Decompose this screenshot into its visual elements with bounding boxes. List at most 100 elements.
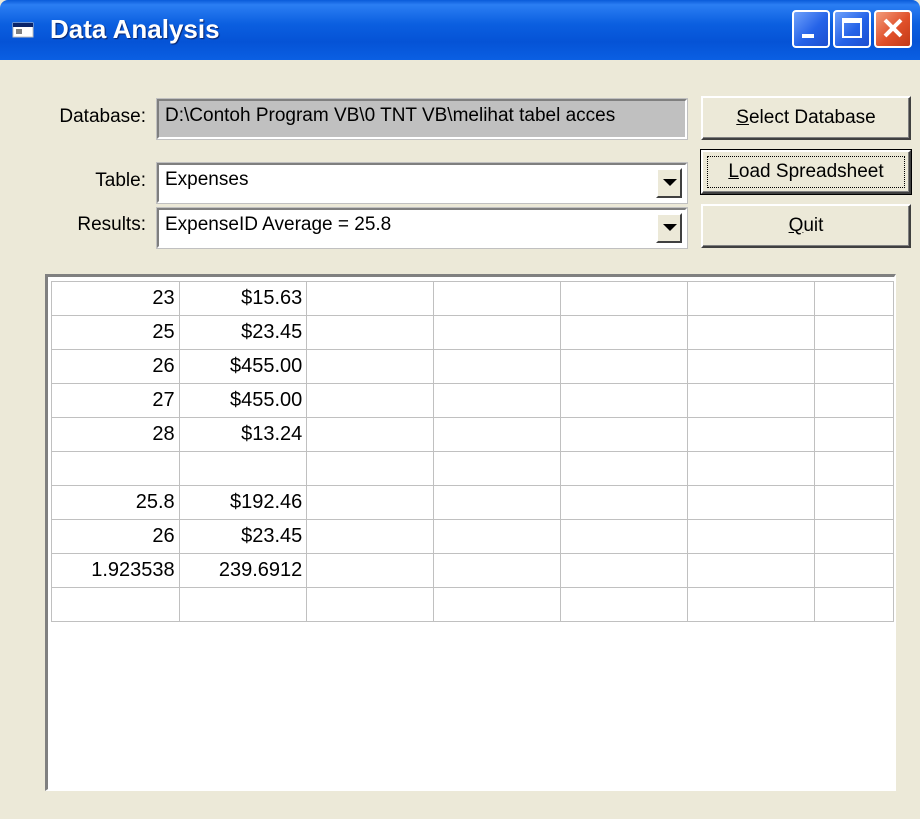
grid-cell[interactable]	[433, 383, 561, 418]
grid-cell[interactable]	[686, 587, 815, 622]
grid-cell[interactable]	[433, 519, 561, 554]
minimize-button[interactable]	[792, 10, 830, 48]
load-spreadsheet-button[interactable]: Load Spreadsheet	[700, 149, 912, 195]
grid-cell[interactable]	[813, 451, 894, 486]
grid-cell[interactable]	[51, 451, 180, 486]
grid-cell[interactable]	[686, 315, 815, 350]
grid-cell[interactable]	[306, 383, 435, 418]
grid-cell[interactable]: $455.00	[178, 383, 308, 418]
grid-cell[interactable]: 1.923538	[51, 553, 180, 588]
table-row: 23 $15.63	[51, 281, 894, 316]
grid-cell[interactable]	[559, 451, 688, 486]
grid-cell[interactable]	[813, 281, 894, 316]
quit-button[interactable]: Quit	[701, 204, 911, 248]
grid-cell[interactable]	[813, 383, 894, 418]
database-label: Database:	[59, 106, 146, 127]
grid-cell[interactable]	[306, 519, 435, 554]
table-row	[51, 451, 894, 486]
grid-cell[interactable]	[813, 553, 894, 588]
grid-cell[interactable]	[686, 485, 815, 520]
grid-cell[interactable]	[559, 315, 688, 350]
table-dropdown-button[interactable]	[656, 168, 682, 198]
grid-cell[interactable]	[813, 417, 894, 452]
table-row: 25.8 $192.46	[51, 485, 894, 520]
grid-cell[interactable]	[51, 587, 180, 622]
grid-cell[interactable]	[433, 349, 561, 384]
grid-cell[interactable]: 26	[51, 349, 180, 384]
grid-cell[interactable]: $23.45	[178, 519, 308, 554]
grid-cell[interactable]	[306, 451, 435, 486]
grid-cell[interactable]: $192.46	[178, 485, 308, 520]
maximize-button[interactable]	[833, 10, 871, 48]
grid-cell[interactable]: $13.24	[178, 417, 308, 452]
grid-cell[interactable]	[686, 383, 815, 418]
grid-cell[interactable]	[559, 417, 688, 452]
grid-cell[interactable]	[686, 349, 815, 384]
database-path-text: D:\Contoh Program VB\0 TNT VB\melihat ta…	[165, 105, 616, 126]
table-row: 1.923538 239.6912	[51, 553, 894, 588]
grid-cell[interactable]	[433, 587, 561, 622]
close-button[interactable]	[874, 10, 912, 48]
grid-cell[interactable]: 23	[51, 281, 180, 316]
grid-cell[interactable]	[433, 553, 561, 588]
grid-cell[interactable]	[686, 417, 815, 452]
grid-cell[interactable]: 239.6912	[178, 553, 308, 588]
grid-cell[interactable]	[178, 587, 308, 622]
grid-cell[interactable]: $23.45	[178, 315, 308, 350]
grid-cell[interactable]	[433, 485, 561, 520]
grid-cell[interactable]	[306, 281, 435, 316]
table-combo[interactable]: Expenses	[156, 162, 688, 204]
grid-cell[interactable]	[686, 553, 815, 588]
quit-label: uit	[803, 215, 824, 236]
grid-cell[interactable]: $455.00	[178, 349, 308, 384]
title-bar[interactable]: Data Analysis	[0, 0, 920, 60]
table-row: 25 $23.45	[51, 315, 894, 350]
grid-cell[interactable]: 28	[51, 417, 180, 452]
results-combo[interactable]: ExpenseID Average = 25.8	[156, 207, 688, 249]
grid-cell[interactable]	[306, 417, 435, 452]
chevron-down-icon	[663, 179, 677, 186]
grid-cell[interactable]: 27	[51, 383, 180, 418]
grid-cell[interactable]	[559, 553, 688, 588]
grid-cell[interactable]: 26	[51, 519, 180, 554]
grid-cell[interactable]	[686, 519, 815, 554]
table-row: 26 $23.45	[51, 519, 894, 554]
grid-cell[interactable]	[813, 315, 894, 350]
spreadsheet-table: 23 $15.63 25 $23.45 26 $455.00 27 $455.0…	[51, 281, 894, 622]
minimize-icon	[802, 34, 814, 38]
grid-cell[interactable]	[306, 315, 435, 350]
spreadsheet-grid[interactable]: 23 $15.63 25 $23.45 26 $455.00 27 $455.0…	[45, 274, 896, 791]
grid-cell[interactable]	[559, 519, 688, 554]
select-database-button[interactable]: Select Database	[701, 96, 911, 140]
results-dropdown-button[interactable]	[656, 213, 682, 243]
grid-cell[interactable]	[813, 485, 894, 520]
grid-cell[interactable]	[813, 587, 894, 622]
grid-cell[interactable]	[559, 349, 688, 384]
grid-cell[interactable]	[813, 519, 894, 554]
database-path-field: D:\Contoh Program VB\0 TNT VB\melihat ta…	[156, 98, 688, 140]
grid-cell[interactable]	[686, 281, 815, 316]
grid-cell[interactable]	[306, 485, 435, 520]
table-row: 27 $455.00	[51, 383, 894, 418]
grid-cell[interactable]	[306, 349, 435, 384]
grid-cell[interactable]	[306, 587, 435, 622]
grid-cell[interactable]	[306, 553, 435, 588]
grid-cell[interactable]	[559, 485, 688, 520]
grid-cell[interactable]	[559, 281, 688, 316]
close-icon	[883, 18, 903, 38]
select-database-label: elect Database	[748, 107, 876, 128]
grid-cell[interactable]	[433, 451, 561, 486]
grid-cell[interactable]	[559, 587, 688, 622]
grid-cell[interactable]	[559, 383, 688, 418]
grid-cell[interactable]	[686, 451, 815, 486]
grid-cell[interactable]: $15.63	[178, 281, 308, 316]
grid-cell[interactable]	[433, 281, 561, 316]
grid-cell[interactable]: 25	[51, 315, 180, 350]
select-database-accel: S	[736, 107, 749, 128]
grid-cell[interactable]: 25.8	[51, 485, 180, 520]
window-title: Data Analysis	[50, 14, 220, 44]
grid-cell[interactable]	[433, 315, 561, 350]
grid-cell[interactable]	[433, 417, 561, 452]
grid-cell[interactable]	[813, 349, 894, 384]
grid-cell[interactable]	[178, 451, 308, 486]
